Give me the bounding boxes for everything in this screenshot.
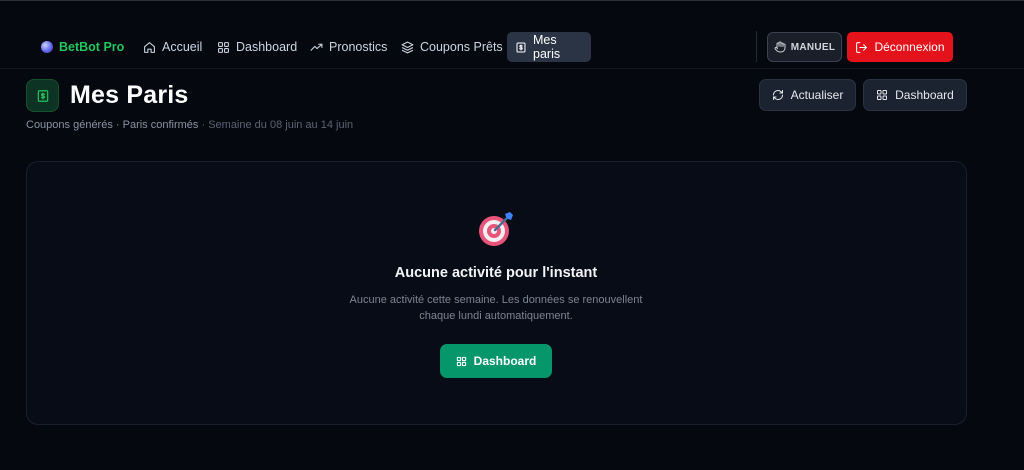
nav-item-label: Accueil [162,40,203,54]
empty-state-title: Aucune activité pour l'instant [394,265,598,281]
page-title: Mes Paris [70,81,189,109]
mode-toggle-button[interactable]: MANUEL [767,32,842,62]
globe-logo-icon [41,41,53,53]
home-icon [144,41,155,53]
empty-state-description: Aucune activité cette semaine. Les donné… [349,294,643,322]
empty-state-dashboard-button[interactable]: Dashboard [440,344,552,378]
logout-label: Déconnexion [874,40,945,54]
logout-icon [856,41,868,53]
nav-item-coupons-prets[interactable]: Coupons Prêts [393,32,511,62]
brand[interactable]: BetBot Pro [41,38,124,56]
refresh-icon [772,90,783,100]
nav-item-label: Pronostics [329,40,388,54]
nav-item-label: Coupons Prêts [420,40,503,54]
nav-divider [756,31,757,62]
layers-icon [401,41,414,53]
mode-label: MANUEL [790,41,836,53]
cta-label: Dashboard [473,354,537,368]
nav-item-label: Mes paris [533,33,561,61]
nav-item-accueil[interactable]: Accueil [135,32,210,62]
grid-icon [877,90,888,100]
brand-name: BetBot Pro [59,40,125,54]
dashboard-label: Dashboard [895,88,954,102]
nav-item-pronostics[interactable]: Pronostics [302,32,395,62]
refresh-label: Actualiser [790,88,844,102]
receipt-icon [516,42,526,52]
nav-item-label: Dashboard [236,40,298,54]
hand-icon [774,41,786,53]
header-dashboard-button[interactable]: Dashboard [863,79,967,111]
trending-up-icon [310,43,323,51]
grid-icon [456,356,466,366]
subtitle-week: · Semaine du 08 juin au 14 juin [198,119,354,131]
target-icon [479,212,513,246]
grid-icon [218,41,229,53]
logout-button[interactable]: Déconnexion [847,32,953,62]
subtitle-main: Coupons générés · Paris confirmés [26,119,199,131]
page-subtitle: Coupons générés · Paris confirmés · Sema… [26,119,353,131]
top-navbar: BetBot Pro Accueil Dashboard Pronostics … [0,1,1024,69]
nav-item-dashboard[interactable]: Dashboard [209,32,305,62]
receipt-icon [37,89,48,102]
nav-item-mes-paris[interactable]: Mes paris [507,32,591,62]
page-icon [26,79,59,112]
refresh-button[interactable]: Actualiser [759,79,856,111]
